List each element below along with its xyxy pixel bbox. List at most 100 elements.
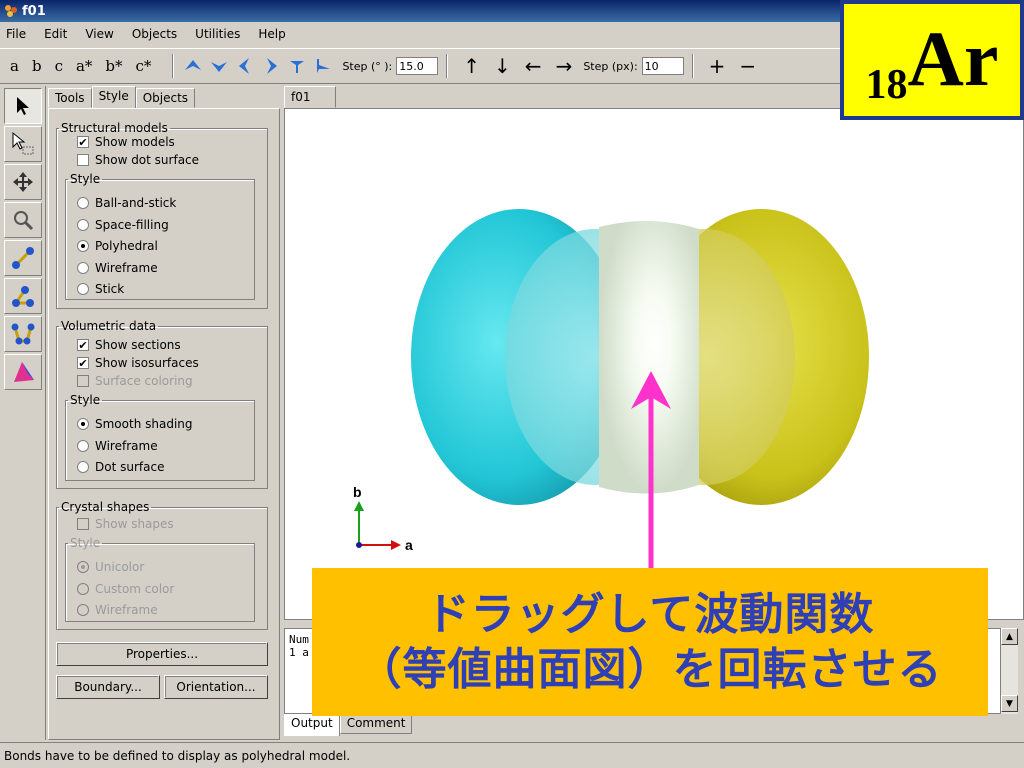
isosurface-canvas[interactable]: b a	[285, 109, 1023, 619]
translate-right-icon[interactable]: →	[556, 54, 573, 78]
tab-objects[interactable]: Objects	[135, 88, 196, 108]
translate-tool-button[interactable]	[4, 164, 42, 200]
radio-dot-surface[interactable]: Dot surface	[77, 460, 164, 474]
view-along-c-star-button[interactable]: c*	[136, 57, 152, 75]
radio-circle	[77, 440, 89, 452]
radio-ball-and-stick[interactable]: Ball-and-stick	[77, 196, 176, 210]
radio-label: Space-filling	[95, 218, 169, 232]
rotate-down-icon[interactable]	[208, 55, 230, 77]
radio-label: Wireframe	[95, 261, 158, 275]
radio-space-filling[interactable]: Space-filling	[77, 218, 169, 232]
translate-down-icon[interactable]: ↓	[494, 54, 511, 78]
side-panel: Tools Style Objects Structural models ✔ S…	[48, 86, 280, 740]
rotate-up-icon[interactable]	[182, 55, 204, 77]
radio-label: Dot surface	[95, 460, 165, 474]
pointer-box-icon	[12, 131, 34, 155]
properties-button[interactable]: Properties...	[56, 642, 268, 666]
zoom-out-button[interactable]: −	[739, 54, 756, 78]
radio-smooth-shading[interactable]: Smooth shading	[77, 417, 193, 431]
status-text: Bonds have to be defined to display as p…	[4, 748, 351, 763]
torsion-tool-button[interactable]	[4, 316, 42, 352]
checkbox-box	[77, 154, 89, 166]
magnify-tool-button[interactable]	[4, 202, 42, 238]
toolbar-separator	[691, 54, 694, 78]
menu-view[interactable]: View	[85, 27, 113, 41]
volumetric-data-legend: Volumetric data	[61, 319, 157, 333]
menu-edit[interactable]: Edit	[44, 27, 67, 41]
rotate-cw-icon[interactable]	[312, 55, 334, 77]
menu-help[interactable]: Help	[258, 27, 285, 41]
tab-output[interactable]: Output	[284, 714, 340, 736]
view-along-a-button[interactable]: a	[10, 57, 19, 75]
radio-custom-color[interactable]: Custom color	[77, 582, 174, 596]
surface-coloring-checkbox[interactable]: Surface coloring	[77, 374, 193, 388]
box-select-tool-button[interactable]	[4, 126, 42, 162]
radio-volumetric-wireframe[interactable]: Wireframe	[77, 439, 158, 453]
translate-up-icon[interactable]: ↑	[463, 54, 480, 78]
show-isosurfaces-checkbox[interactable]: ✔ Show isosurfaces	[77, 356, 199, 370]
axis-origin	[356, 542, 362, 548]
radio-polyhedral[interactable]: Polyhedral	[77, 239, 158, 253]
view-along-b-button[interactable]: b	[32, 57, 42, 75]
panel-tabs: Tools Style Objects	[48, 86, 196, 108]
distance-tool-button[interactable]	[4, 240, 42, 276]
scroll-up-icon[interactable]: ▲	[1001, 628, 1018, 645]
radio-circle	[77, 240, 89, 252]
boundary-button[interactable]: Boundary...	[56, 675, 160, 699]
element-badge: 18 Ar	[840, 0, 1024, 120]
angle-tool-button[interactable]	[4, 278, 42, 314]
radio-circle	[77, 219, 89, 231]
radio-crystal-wireframe[interactable]: Wireframe	[77, 603, 158, 617]
orientation-button[interactable]: Orientation...	[164, 675, 268, 699]
show-sections-checkbox[interactable]: ✔ Show sections	[77, 338, 181, 352]
show-isosurfaces-label: Show isosurfaces	[95, 356, 199, 370]
radio-unicolor[interactable]: Unicolor	[77, 560, 144, 574]
step-px-input[interactable]	[641, 57, 684, 75]
structure-viewer[interactable]: b a	[284, 108, 1024, 620]
tab-tools[interactable]: Tools	[48, 88, 92, 108]
radio-wireframe[interactable]: Wireframe	[77, 261, 158, 275]
show-models-checkbox[interactable]: ✔ Show models	[77, 135, 175, 149]
tab-document-f01[interactable]: f01	[284, 86, 336, 108]
radio-label: Stick	[95, 282, 125, 296]
radio-circle	[77, 283, 89, 295]
show-dot-surface-checkbox[interactable]: Show dot surface	[77, 153, 199, 167]
show-shapes-checkbox[interactable]: Show shapes	[77, 517, 174, 531]
radio-label: Wireframe	[95, 439, 158, 453]
radio-label: Custom color	[95, 582, 175, 596]
step-degree-input[interactable]	[396, 57, 439, 75]
structural-style-group: Style	[65, 172, 255, 300]
bond-distance-icon	[12, 247, 34, 269]
scroll-down-icon[interactable]: ▼	[1001, 695, 1018, 712]
lattice-plane-tool-button[interactable]	[4, 354, 42, 390]
zoom-in-button[interactable]: +	[709, 54, 726, 78]
view-along-c-button[interactable]: c	[55, 57, 63, 75]
rotate-left-icon[interactable]	[234, 55, 256, 77]
translate-left-icon[interactable]: ←	[525, 54, 542, 78]
torsion-angle-icon	[11, 323, 35, 345]
structural-style-legend: Style	[70, 172, 101, 186]
tab-comment[interactable]: Comment	[339, 714, 413, 734]
rotate-right-icon[interactable]	[260, 55, 282, 77]
show-sections-label: Show sections	[95, 338, 181, 352]
radio-circle	[77, 583, 89, 595]
view-along-b-star-button[interactable]: b*	[105, 57, 122, 75]
step-px-label: Step (px):	[583, 59, 638, 73]
toolbar-separator	[172, 54, 175, 78]
status-bar: Bonds have to be defined to display as p…	[0, 742, 1024, 768]
radio-circle	[77, 197, 89, 209]
view-along-a-star-button[interactable]: a*	[76, 57, 92, 75]
tab-style[interactable]: Style	[91, 86, 136, 108]
checkbox-box	[77, 375, 89, 387]
menu-utilities[interactable]: Utilities	[195, 27, 240, 41]
menu-file[interactable]: File	[6, 27, 26, 41]
checkbox-box: ✔	[77, 338, 89, 352]
radio-stick[interactable]: Stick	[77, 282, 124, 296]
output-scrollbar[interactable]: ▲ ▼	[1000, 628, 1018, 714]
select-tool-button[interactable]	[4, 88, 42, 124]
radio-label: Unicolor	[95, 560, 145, 574]
rotate-ccw-icon[interactable]	[286, 55, 308, 77]
step-degree-label: Step (° ):	[342, 59, 393, 73]
tool-column	[0, 86, 46, 740]
menu-objects[interactable]: Objects	[132, 27, 177, 41]
